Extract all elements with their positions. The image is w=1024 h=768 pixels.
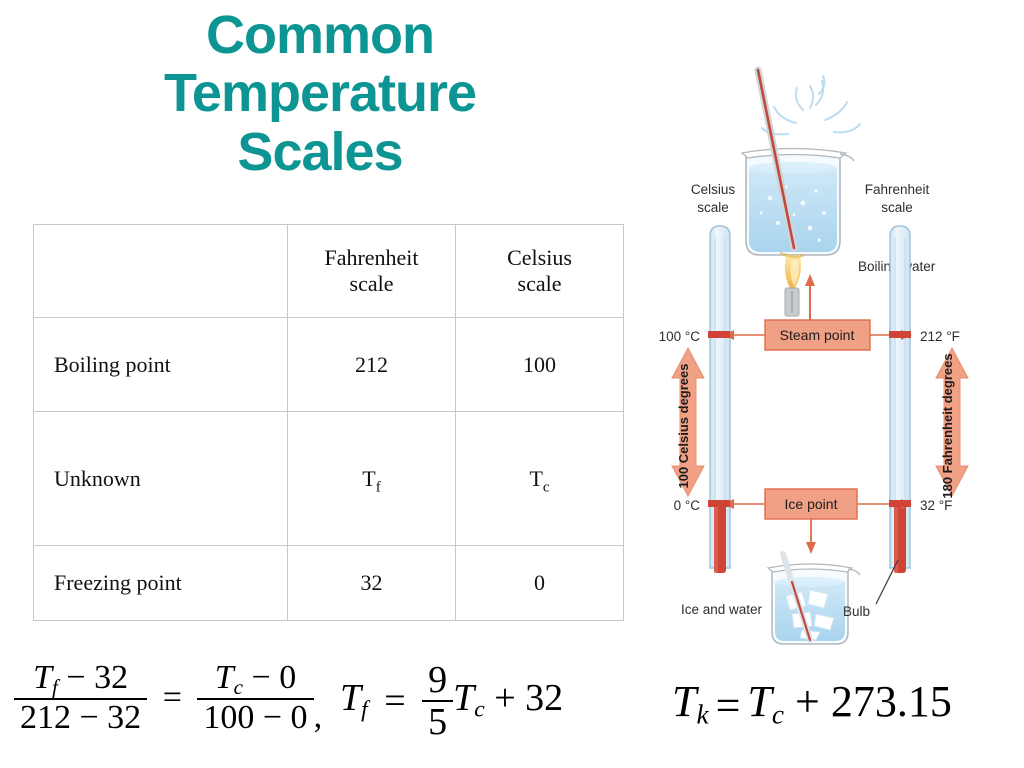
eq1-num-rest: − 32: [57, 659, 129, 696]
ice-point-callout: Ice point: [708, 488, 912, 554]
column-header-fahrenheit-line2: scale: [349, 271, 394, 296]
table-row: Boiling point 212 100: [33, 317, 624, 412]
table-corner-cell: [33, 224, 288, 318]
cell-boiling-celsius: 100: [455, 317, 624, 412]
eq1-num2-base: T: [214, 659, 234, 696]
ice-water-beaker-icon: [766, 551, 861, 645]
eq1-num-base: T: [33, 659, 53, 696]
eq3-rhs-sub: c: [771, 699, 785, 730]
fraction-nine-fifths: 9 5: [422, 659, 454, 743]
table-header-row: Fahrenheit scale Celsius scale: [33, 224, 624, 318]
label-bulb: Bulb: [843, 604, 870, 619]
eq3-tail: + 273.15: [784, 677, 952, 726]
eq1-equals: =: [162, 679, 182, 717]
label-celsius-scale-line2: scale: [697, 200, 729, 215]
label-celsius-degrees-span: 100 Celsius degrees: [676, 363, 691, 488]
tc-subscript: c: [542, 478, 550, 495]
column-header-fahrenheit-line1: Fahrenheit: [324, 245, 419, 271]
celsius-thermometer-icon: [709, 225, 731, 573]
column-header-celsius: Celsius scale: [455, 224, 624, 318]
label-ice-and-water: Ice and water: [681, 602, 763, 617]
eq2-rhs-sub: c: [474, 696, 485, 723]
fraction-numerator: 9: [428, 659, 448, 701]
tf-base: T: [362, 465, 376, 491]
row-label-boiling-point: Boiling point: [33, 317, 288, 412]
label-celsius-ice-point: 0 °C: [674, 498, 701, 513]
page-title: Common Temperature Scales: [120, 6, 520, 181]
fraction-denominator: 100 − 0: [197, 698, 314, 736]
title-line-2: Temperature: [163, 63, 477, 124]
label-ice-point: Ice point: [785, 496, 838, 512]
label-fahrenheit-steam-point: 212 °F: [920, 329, 960, 344]
eq3-rhs-base: T: [747, 677, 772, 726]
eq1-num2-sub: c: [233, 674, 244, 699]
column-header-celsius-line2: scale: [517, 271, 562, 296]
eq3-lhs-sub: k: [696, 699, 709, 730]
fraction-celsius: Tc − 0 100 − 0: [197, 659, 314, 736]
fraction-numerator: Tc − 0: [197, 659, 313, 699]
fraction-fahrenheit: Tf − 32 212 − 32: [14, 659, 148, 736]
eq3-equals: =: [715, 681, 741, 731]
eq3-lhs-base: T: [672, 677, 697, 726]
label-fahrenheit-scale-line2: scale: [881, 200, 913, 215]
cell-unknown-fahrenheit: Tf: [287, 411, 456, 546]
tf-subscript: f: [375, 478, 381, 495]
label-fahrenheit-degrees-span: 180 Fahrenheit degrees: [940, 353, 955, 498]
cell-unknown-celsius: Tc: [455, 411, 624, 546]
table-row: Unknown Tf Tc: [33, 411, 624, 546]
fraction-numerator: Tf − 32: [14, 659, 147, 698]
fraction-denominator: 212 − 32: [14, 698, 148, 736]
eq2-equals: =: [384, 680, 406, 723]
eq2-rhs-base: T: [453, 676, 475, 719]
boiling-water-beaker-icon: [740, 66, 861, 317]
bulb-leader-line: [875, 559, 899, 605]
label-fahrenheit-ice-point: 32 °F: [920, 498, 952, 513]
equation-kelvin-from-celsius: Tk = Tc + 273.15: [672, 676, 952, 731]
fraction-denominator: 5: [422, 700, 454, 743]
eq2-lhs-sub: f: [361, 696, 368, 723]
eq1-num2-rest: − 0: [243, 659, 297, 696]
row-label-freezing-point: Freezing point: [33, 545, 288, 621]
label-celsius-steam-point: 100 °C: [659, 329, 701, 344]
eq2-lhs-base: T: [340, 676, 362, 719]
column-header-fahrenheit: Fahrenheit scale: [287, 224, 456, 318]
eq2-tail: + 32: [484, 676, 564, 719]
label-celsius-scale-line1: Celsius: [691, 182, 736, 197]
label-fahrenheit-scale-line1: Fahrenheit: [865, 182, 930, 197]
temperature-scale-table: Fahrenheit scale Celsius scale Boiling p…: [33, 224, 624, 621]
table-row: Freezing point 32 0: [33, 545, 624, 621]
steam-point-callout: Steam point: [708, 274, 912, 351]
cell-boiling-fahrenheit: 212: [287, 317, 456, 412]
title-line-3: Scales: [237, 121, 403, 182]
eq1-trailing-comma: ,: [313, 698, 323, 736]
equation-proportion: Tf − 32 212 − 32 = Tc − 0 100 − 0 ,: [14, 659, 323, 736]
slide-canvas: Common Temperature Scales Fahrenheit sca…: [0, 0, 1024, 768]
cell-freezing-celsius: 0: [455, 545, 624, 621]
label-steam-point: Steam point: [780, 327, 855, 343]
cell-freezing-fahrenheit: 32: [287, 545, 456, 621]
fahrenheit-thermometer-icon: [889, 225, 911, 573]
equation-fahrenheit-from-celsius: Tf = 9 5 Tc + 32: [340, 660, 563, 743]
title-line-1: Common: [206, 5, 435, 65]
row-label-unknown: Unknown: [33, 411, 288, 546]
tc-base: T: [529, 465, 543, 491]
column-header-celsius-line1: Celsius: [507, 245, 572, 271]
thermometer-scales-diagram: Boiling water Celsius scale Fahrenheit s…: [620, 48, 1024, 648]
